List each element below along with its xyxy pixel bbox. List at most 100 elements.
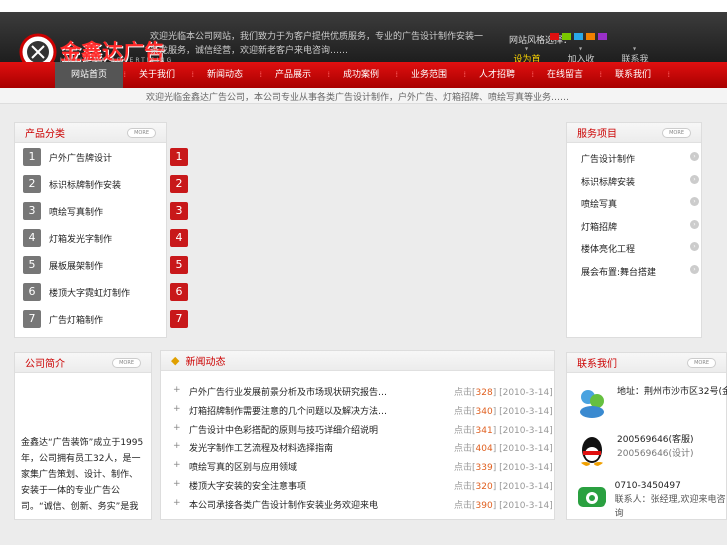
news-title[interactable]: 广告设计中色彩搭配的原则与技巧详细介绍说明 [189,423,454,436]
more-button[interactable]: MORE [662,127,691,138]
news-meta: 点击[404] [2010-3-14] [454,444,553,455]
more-button[interactable]: MORE [687,357,716,368]
news-title[interactable]: 本公司承接各类广告设计制作安装业务欢迎来电 [189,498,454,511]
arrow-right-icon: › [690,152,699,161]
rank-number: 1 [23,148,41,166]
news-item[interactable]: + 灯箱招牌制作需要注意的几个问题以及解决方法… 点击[340] [2010-3-1… [173,404,553,417]
address-text: 地址：荆州市沙市区32号(金鑫达广告公司) [617,387,727,397]
nav-item[interactable]: 业务范围 [395,62,466,88]
plus-icon: + [173,385,181,395]
service-panel: 服务项目 MORE 广告设计制作 › 标识标牌安装 › 喷绘写真 › 灯箱招牌 › 楼体亮化工程… [566,122,702,338]
list-item[interactable]: 7 广告灯箱制作 7 [23,310,188,328]
news-date: 2010-3-14 [502,425,550,436]
news-item[interactable]: + 发光字制作工艺流程及材料选择指南 点击[404] [2010-3-14] [173,441,553,454]
news-title[interactable]: 灯箱招牌制作需要注意的几个问题以及解决方法… [189,404,454,417]
news-item[interactable]: + 本公司承接各类广告设计制作安装业务欢迎来电 点击[390] [2010-3-14… [173,498,553,511]
style-swatch[interactable] [562,33,571,40]
rank-number-badge: 4 [170,229,188,247]
views-label: 点击 [454,482,473,492]
phone-icon [578,487,606,507]
list-item[interactable]: 喷绘写真 › [581,197,699,210]
nav-item[interactable]: 产品展示 [259,62,330,88]
panel-header: 公司简介 MORE [15,353,151,373]
list-item-label: 灯箱招牌 [581,222,618,233]
nav-item[interactable]: 新闻动态 [191,62,262,88]
arrow-right-icon: › [690,174,699,184]
news-date: 2010-3-14 [502,500,550,511]
qq-number-1[interactable]: 200569646(客服) [617,433,694,447]
nav-item[interactable]: 网站首页 [55,62,126,88]
more-button[interactable]: MORE [127,127,156,138]
views-label: 点击 [454,444,473,455]
list-item[interactable]: 标识标牌安装 › [581,174,699,188]
list-item[interactable]: 展会布置:舞台搭建 › [581,264,699,278]
rank-number: 7 [23,310,41,328]
nav-item[interactable]: 成功案例 [327,62,398,88]
views-count: 404 [475,444,493,455]
rank-number-badge: 6 [170,283,188,301]
list-item[interactable]: 1 户外广告牌设计 1 [23,148,188,166]
style-swatch[interactable] [550,33,559,40]
arrow-right-icon: › [690,264,699,274]
news-title[interactable]: 喷绘写真的区别与应用领域 [189,460,454,473]
plus-icon: + [173,422,181,433]
list-item-label: 户外广告牌设计 [49,153,113,164]
list-item[interactable]: 楼体亮化工程 › [581,242,699,255]
plus-icon: + [173,460,181,471]
news-title[interactable]: 户外广告行业发展前景分析及市场现状研究报告… [189,385,454,398]
main-nav: 网站首页关于我们新闻动态产品展示成功案例业务范围人才招聘在线留言联系我们 [0,62,727,88]
views-count: 339 [475,463,493,474]
nav-item[interactable]: 人才招聘 [463,62,534,88]
list-item-label: 标识标牌安装 [581,177,636,188]
rank-number-badge: 3 [170,202,188,220]
news-date: 2010-3-14 [502,482,550,492]
style-swatch[interactable] [574,33,583,40]
news-title[interactable]: 发光字制作工艺流程及材料选择指南 [189,441,454,454]
list-item[interactable]: 灯箱招牌 › [581,219,699,233]
about-text: 金鑫达“广告装饰”成立于1995年，公司拥有员工32人，是一家集广告策划、设计、… [21,438,144,511]
nav-item[interactable]: 关于我们 [123,62,194,88]
arrow-right-icon: › [690,197,699,206]
plus-icon: + [173,497,181,508]
top-header: 金鑫达广告 JINXIN DA ADVERTISING 欢迎光临本公司网站，我们… [0,0,727,78]
news-date: 2010-3-14 [502,463,550,474]
panel-title: 公司简介 [25,359,65,370]
qq-number-2[interactable]: 200569646(设计) [617,447,694,461]
views-count: 341 [475,425,493,436]
rank-number-badge: 1 [170,148,188,166]
more-button[interactable]: MORE [112,357,141,368]
rank-number: 4 [23,229,41,247]
list-item-label: 展板展架制作 [49,261,104,272]
list-item[interactable]: 2 标识标牌制作安装 2 [23,175,188,193]
contact-phone: 0710-3450497 联系人：张经理,欢迎来电咨询 [575,479,726,521]
list-item[interactable]: 广告设计制作 › [581,152,699,165]
list-item[interactable]: 5 展板展架制作 5 [23,256,188,274]
nav-item[interactable]: 联系我们 [599,62,670,88]
rank-number-badge: 7 [170,310,188,328]
tag-icon: ◆ [171,354,180,367]
news-item[interactable]: + 广告设计中色彩搭配的原则与技巧详细介绍说明 点击[341] [2010-3-14… [173,423,553,436]
news-meta: 点击[341] [2010-3-14] [454,425,553,436]
news-date: 2010-3-14 [502,388,550,398]
panel-title: 新闻动态 [185,357,226,368]
plus-icon: + [173,479,181,489]
news-meta: 点击[328] [2010-3-14] [454,388,553,398]
style-swatch[interactable] [598,33,607,40]
news-title[interactable]: 楼顶大字安装的安全注意事项 [189,479,454,492]
news-item[interactable]: + 喷绘写真的区别与应用领域 点击[339] [2010-3-14] [173,460,553,473]
news-item[interactable]: + 户外广告行业发展前景分析及市场现状研究报告… 点击[328] [2010-3-1… [173,385,553,398]
views-count: 328 [475,388,493,398]
nav-item[interactable]: 在线留言 [531,62,602,88]
list-item[interactable]: 4 灯箱发光字制作 4 [23,229,188,247]
top-marquee-text: 欢迎光临本公司网站，我们致力于为客户提供优质服务，专业的广告设计制作安装一条龙服… [150,32,484,56]
views-label: 点击 [454,388,473,398]
style-swatch[interactable] [586,33,595,40]
contact-address: 地址：荆州市沙市区32号(金鑫达广告公司) [575,385,727,419]
news-item[interactable]: + 楼顶大字安装的安全注意事项 点击[320] [2010-3-14] [173,479,553,492]
list-item-label: 楼体亮化工程 [581,245,636,255]
qq-icon [580,437,604,466]
list-item-label: 标识标牌制作安装 [49,180,122,191]
arrow-right-icon: › [690,242,699,251]
list-item[interactable]: 3 喷绘写真制作 3 [23,202,188,220]
list-item[interactable]: 6 楼顶大字霓虹灯制作 6 [23,283,188,301]
